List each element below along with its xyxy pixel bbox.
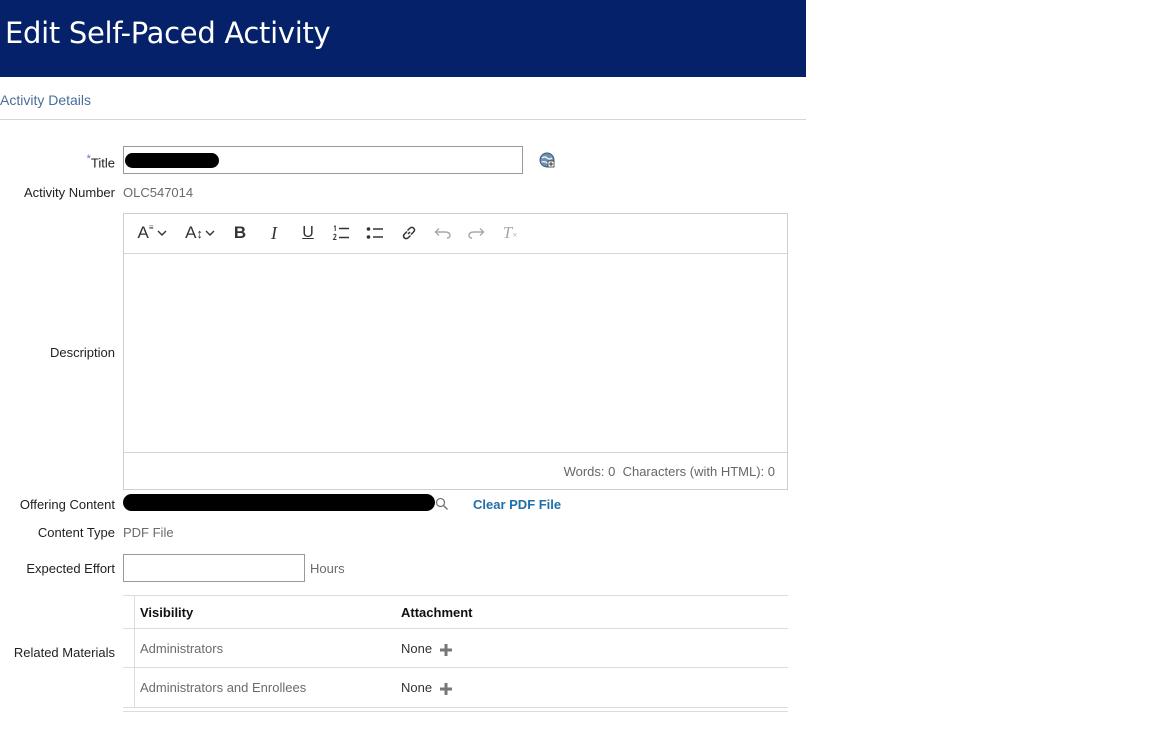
expected-effort-label: Expected Effort (26, 561, 115, 576)
clear-format-button[interactable]: T× (499, 222, 521, 244)
column-header-visibility[interactable]: Visibility (140, 605, 193, 620)
redacted-title-value (125, 153, 219, 168)
section-divider (0, 119, 806, 120)
font-style-dropdown[interactable]: A≡ (134, 222, 170, 244)
bullet-list-button[interactable] (364, 222, 386, 244)
underline-button[interactable]: U (297, 222, 319, 244)
clear-pdf-file-link[interactable]: Clear PDF File (473, 497, 561, 512)
numbered-list-button[interactable] (330, 222, 352, 244)
add-attachment-icon[interactable] (439, 643, 453, 657)
table-top-border (123, 595, 788, 596)
offering-content-label: Offering Content (19, 497, 115, 512)
table-row-selector-column (134, 595, 135, 707)
numbered-list-icon (332, 225, 349, 240)
italic-button[interactable]: I (263, 222, 285, 244)
row-visibility: Administrators and Enrollees (140, 680, 307, 695)
bullet-list-icon (366, 227, 383, 239)
italic-icon: I (271, 222, 277, 243)
description-label: Description (49, 345, 115, 360)
word-character-counter: Words: 0 Characters (with HTML): 0 (563, 464, 775, 479)
undo-icon (434, 228, 451, 239)
link-button[interactable] (398, 222, 420, 244)
add-attachment-icon[interactable] (439, 682, 453, 696)
page-title: Edit Self-Paced Activity (5, 16, 331, 50)
chevron-down-icon (205, 230, 215, 236)
content-type-value: PDF File (123, 525, 174, 540)
row-divider (123, 707, 788, 708)
row-attachment: None (401, 641, 453, 657)
undo-button[interactable] (432, 222, 454, 244)
title-input[interactable] (123, 146, 523, 174)
text-style-icon: A≡ (137, 223, 154, 242)
related-materials-label: Related Materials (13, 645, 115, 660)
column-header-attachment[interactable]: Attachment (401, 605, 473, 620)
chevron-down-icon (157, 230, 166, 236)
editor-toolbar: A≡ A↕ B I U T× (124, 214, 787, 254)
bold-button[interactable]: B (229, 222, 251, 244)
redo-button[interactable] (465, 222, 487, 244)
translate-globe-icon[interactable] (539, 152, 555, 168)
description-editor: A≡ A↕ B I U T× Words: 0 Characters (with… (123, 213, 788, 490)
content-type-label: Content Type (37, 525, 115, 540)
redacted-offering-content (123, 494, 435, 511)
activity-number-label: Activity Number (23, 185, 115, 200)
editor-footer: Words: 0 Characters (with HTML): 0 (124, 452, 787, 489)
row-attachment: None (401, 680, 453, 696)
row-divider (123, 667, 788, 668)
text-size-icon: A↕ (185, 223, 203, 242)
link-icon (402, 226, 416, 240)
bold-icon: B (233, 223, 247, 242)
page-header: Edit Self-Paced Activity (0, 0, 806, 77)
clear-format-icon: T× (502, 223, 518, 242)
redo-icon (468, 228, 485, 239)
font-size-dropdown[interactable]: A↕ (180, 222, 220, 244)
header-divider (123, 628, 788, 629)
related-materials-table: Visibility Attachment Administrators Non… (123, 595, 788, 712)
activity-number-value: OLC547014 (123, 185, 194, 200)
title-label: *Title (86, 153, 115, 171)
expected-effort-input[interactable] (123, 554, 305, 582)
underline-icon: U (302, 224, 314, 241)
search-icon[interactable] (435, 497, 449, 516)
description-text-area[interactable] (124, 254, 787, 454)
table-bottom-border (123, 711, 788, 712)
hours-unit-label: Hours (310, 561, 345, 576)
activity-details-tab[interactable]: Activity Details (0, 92, 91, 108)
row-visibility: Administrators (140, 641, 224, 656)
